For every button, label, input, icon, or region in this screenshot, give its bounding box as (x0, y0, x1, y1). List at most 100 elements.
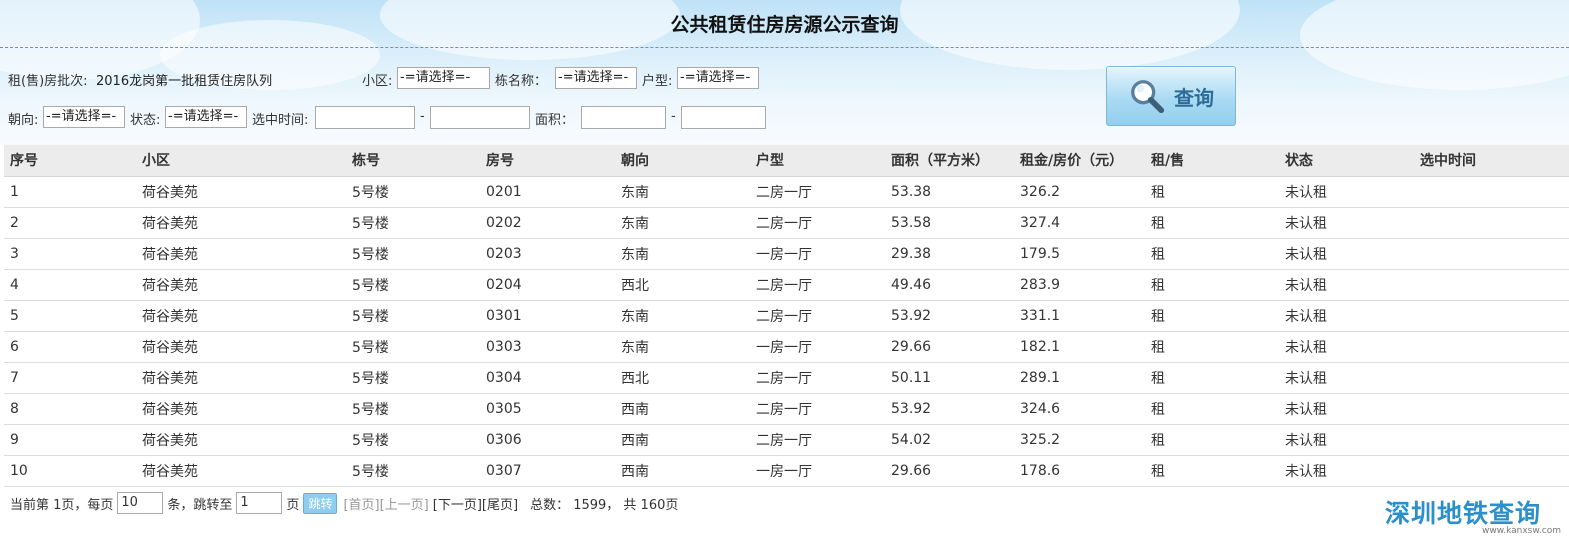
table-cell: 5号楼 (346, 362, 480, 394)
prev-page-link[interactable]: [上一页] (380, 494, 429, 513)
table-cell: 西南 (615, 393, 750, 425)
table-cell (1414, 207, 1569, 239)
table-cell: 5号楼 (346, 455, 480, 487)
table-cell: 西北 (615, 362, 750, 394)
table-cell (1414, 424, 1569, 456)
table-cell: 10 (4, 455, 136, 487)
table-cell: 租 (1145, 269, 1279, 301)
table-row: 9 荷谷美苑 5号楼 0306 西南 二房一厅 54.02 325.2 租未认租 (4, 424, 1569, 456)
table-cell: 荷谷美苑 (136, 238, 346, 270)
table-cell: 未认租 (1279, 300, 1414, 332)
layout-select[interactable]: -=请选择=- (677, 67, 759, 89)
building-select[interactable]: -=请选择=- (555, 67, 637, 89)
orientation-label: 朝向: (8, 113, 39, 128)
col-header: 状态 (1279, 145, 1414, 177)
table-cell: 一房一厅 (750, 238, 885, 270)
search-button[interactable]: 查询 (1106, 66, 1236, 126)
selected-time-label: 选中时间: (252, 113, 309, 128)
current-page-text: 当前第 1页，每页 (10, 497, 114, 513)
table-cell: 西北 (615, 269, 750, 301)
watermark-logo: 深圳地铁查询 www.kanxsw.com (1385, 494, 1565, 539)
table-cell: 9 (4, 424, 136, 456)
table-cell: 二房一厅 (750, 393, 885, 425)
table-cell: 0305 (480, 393, 615, 425)
table-cell: 29.66 (885, 455, 1014, 487)
table-row: 7 荷谷美苑 5号楼 0304 西北 二房一厅 50.11 289.1 租未认租 (4, 362, 1569, 394)
total-count-text: 总数： 1599， 共 160页 (530, 497, 679, 513)
status-label: 状态: (130, 113, 161, 128)
table-cell (1414, 393, 1569, 425)
table-cell: 0301 (480, 300, 615, 332)
table-cell: 租 (1145, 455, 1279, 487)
table-row: 6 荷谷美苑 5号楼 0303 东南 一房一厅 29.66 182.1 租未认租 (4, 331, 1569, 363)
table-cell: 租 (1145, 331, 1279, 363)
jump-page-input[interactable]: 1 (236, 492, 283, 514)
table-cell: 未认租 (1279, 331, 1414, 363)
batch-label: 租(售)房批次: (8, 74, 88, 89)
table-cell: 4 (4, 269, 136, 301)
table-cell: 5号楼 (346, 424, 480, 456)
first-page-link[interactable]: [首页] (343, 494, 379, 513)
page-size-input[interactable]: 10 (117, 492, 164, 514)
table-cell: 二房一厅 (750, 362, 885, 394)
table-cell: 租 (1145, 238, 1279, 270)
table-cell (1414, 269, 1569, 301)
jump-button[interactable]: 跳转 (303, 492, 338, 514)
col-header: 租/售 (1145, 145, 1279, 177)
table-cell: 5 (4, 300, 136, 332)
table-cell (1414, 176, 1569, 208)
table-cell: 178.6 (1014, 455, 1145, 487)
table-cell: 荷谷美苑 (136, 300, 346, 332)
selected-time-end-input[interactable] (430, 106, 530, 129)
table-cell (1414, 238, 1569, 270)
table-cell: 东南 (615, 238, 750, 270)
table-cell: 326.2 (1014, 176, 1145, 208)
table-cell: 荷谷美苑 (136, 362, 346, 394)
range-separator: - (420, 109, 425, 124)
building-label: 栋名称： (495, 74, 548, 89)
table-cell: 7 (4, 362, 136, 394)
per-page-suffix: 条，跳转至 (167, 497, 233, 513)
table-row: 3 荷谷美苑 5号楼 0203 东南 一房一厅 29.38 179.5 租未认租 (4, 238, 1569, 270)
watermark-text: 深圳地铁查询 (1385, 499, 1542, 528)
selected-time-start-input[interactable] (315, 106, 415, 129)
area-min-input[interactable] (581, 106, 666, 129)
area-label: 面积： (535, 113, 575, 128)
status-select[interactable]: -=请选择=- (165, 106, 247, 128)
table-cell: 49.46 (885, 269, 1014, 301)
col-header: 租金/房价（元） (1014, 145, 1145, 177)
layout-label: 户型: (642, 74, 673, 89)
table-cell: 5号楼 (346, 207, 480, 239)
table-cell: 0304 (480, 362, 615, 394)
table-cell: 东南 (615, 176, 750, 208)
orientation-select[interactable]: -=请选择=- (43, 106, 125, 128)
table-cell: 荷谷美苑 (136, 207, 346, 239)
table-cell: 租 (1145, 393, 1279, 425)
table-cell: 租 (1145, 207, 1279, 239)
table-cell: 53.92 (885, 393, 1014, 425)
table-cell: 182.1 (1014, 331, 1145, 363)
search-button-label: 查询 (1174, 85, 1214, 110)
table-cell: 东南 (615, 331, 750, 363)
page-header: 公共租赁住房房源公示查询 租(售)房批次: 2016龙岗第一批租赁住房队列 小区… (0, 0, 1569, 145)
last-page-link[interactable]: [尾页] (482, 494, 518, 513)
table-cell: 二房一厅 (750, 424, 885, 456)
next-page-link[interactable]: [下一页] (433, 494, 482, 513)
area-max-input[interactable] (681, 106, 766, 129)
col-header: 选中时间 (1414, 145, 1569, 177)
table-cell: 8 (4, 393, 136, 425)
community-select[interactable]: -=请选择=- (397, 67, 490, 89)
table-cell: 5号楼 (346, 331, 480, 363)
table-cell: 租 (1145, 362, 1279, 394)
table-row: 4 荷谷美苑 5号楼 0204 西北 二房一厅 49.46 283.9 租未认租 (4, 269, 1569, 301)
table-cell: 324.6 (1014, 393, 1145, 425)
table-cell: 53.58 (885, 207, 1014, 239)
table-cell: 荷谷美苑 (136, 393, 346, 425)
col-header: 户型 (750, 145, 885, 177)
table-cell: 2 (4, 207, 136, 239)
table-cell: 289.1 (1014, 362, 1145, 394)
table-cell: 6 (4, 331, 136, 363)
pagination-bar: 当前第 1页，每页 10 条，跳转至 1 页 跳转 [首页] [上一页] [下一… (10, 490, 678, 516)
table-cell: 53.38 (885, 176, 1014, 208)
table-cell: 未认租 (1279, 362, 1414, 394)
